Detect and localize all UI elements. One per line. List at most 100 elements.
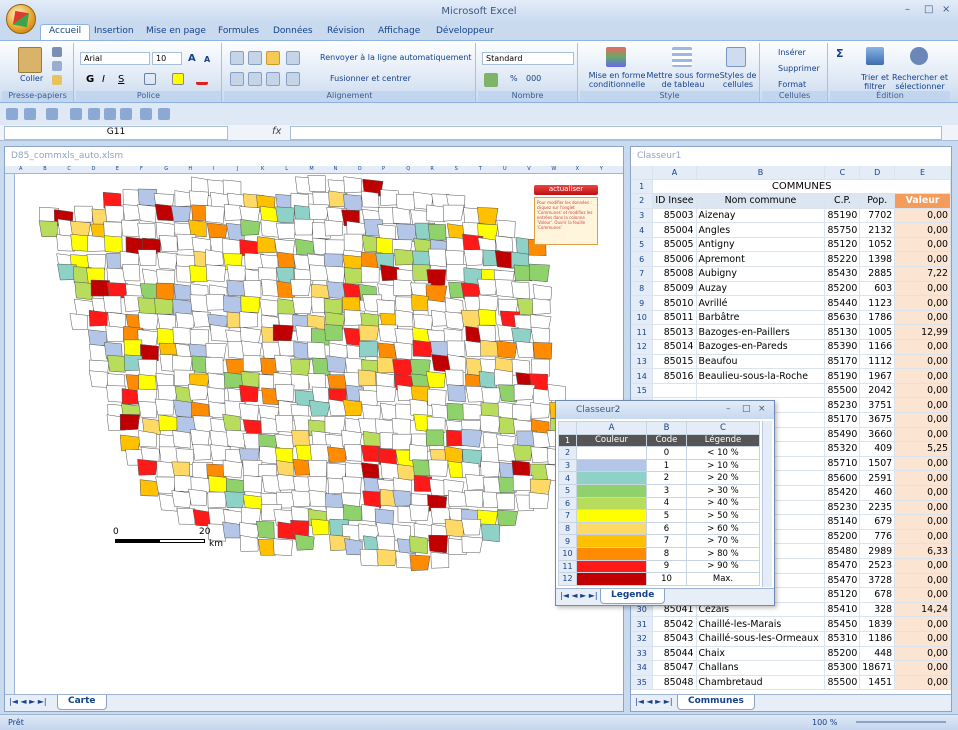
merge-center-button[interactable]: Fusionner et centrer (330, 74, 411, 83)
legend-color-swatch[interactable] (576, 534, 647, 548)
formula-input[interactable] (290, 126, 942, 140)
sheet-nav-arrows[interactable]: |◄ ◄ ► ►| (9, 697, 47, 706)
number-format-select[interactable]: Standard (482, 52, 574, 65)
table-cell[interactable]: 0,00 (894, 485, 951, 501)
font-name-select[interactable]: Arial (80, 52, 150, 65)
data-sheet-nav-arrows[interactable]: |◄ ◄ ► ►| (635, 697, 673, 706)
table-cell[interactable]: 0,00 (894, 208, 951, 224)
legend-label[interactable]: > 70 % (686, 534, 760, 548)
table-cell[interactable]: 85042 (652, 616, 697, 632)
table-cell[interactable]: 0,00 (894, 427, 951, 443)
map-column-header[interactable]: N (334, 166, 338, 172)
tab-insertion[interactable]: Insertion (94, 26, 134, 36)
table-cell[interactable]: 85450 (824, 616, 861, 632)
table-cell[interactable]: 85600 (824, 470, 861, 486)
map-column-header[interactable]: V (527, 166, 530, 172)
map-column-header[interactable]: U (503, 166, 507, 172)
table-cell[interactable]: 85500 (824, 675, 861, 691)
paste-button[interactable]: Coller (20, 74, 43, 83)
table-cell[interactable]: Chambretaud (696, 675, 826, 691)
row-header[interactable]: 6 (558, 496, 577, 511)
table-cell[interactable]: Antigny (696, 237, 826, 253)
table-cell[interactable]: 2989 (859, 543, 896, 559)
table-cell[interactable]: 1839 (859, 616, 896, 632)
table-cell[interactable]: Angles (696, 222, 826, 238)
map-column-header[interactable]: X (576, 166, 579, 172)
table-cell[interactable]: 85013 (652, 324, 697, 341)
table-cell[interactable]: 0,00 (894, 397, 951, 413)
table-cell[interactable]: 12,99 (894, 324, 951, 341)
table-cell[interactable]: 85010 (652, 295, 697, 311)
table-cell[interactable]: Aubigny (696, 266, 826, 282)
copy-icon[interactable] (52, 61, 62, 71)
map-column-header[interactable]: H (188, 166, 192, 172)
row-header[interactable]: 3 (558, 458, 577, 473)
table-cell[interactable]: 1786 (859, 310, 896, 326)
map-column-header[interactable]: G (164, 166, 168, 172)
table-cell[interactable]: 85015 (652, 354, 697, 370)
column-header[interactable]: B (696, 166, 826, 180)
table-cell[interactable]: 85430 (824, 266, 861, 282)
map-column-header[interactable]: E (116, 166, 119, 172)
table-cell[interactable]: 0,00 (894, 237, 951, 253)
map-column-header[interactable]: M (309, 166, 313, 172)
table-cell[interactable]: 2132 (859, 222, 896, 238)
row-header[interactable]: 6 (631, 251, 654, 268)
currency-icon[interactable] (484, 73, 498, 87)
column-header[interactable]: E (894, 166, 951, 180)
legend-label[interactable]: > 20 % (686, 471, 760, 485)
map-column-header[interactable]: L (285, 166, 288, 172)
legend-column-header[interactable]: A (576, 421, 647, 435)
table-cell[interactable]: 0,00 (894, 587, 951, 603)
redo-icon[interactable] (46, 108, 58, 120)
table-cell[interactable]: 85130 (824, 324, 861, 341)
table-cell[interactable]: 85440 (824, 295, 861, 311)
table-cell[interactable]: 0,00 (894, 675, 951, 691)
table-cell[interactable]: 0,00 (894, 339, 951, 355)
table-cell[interactable]: 0,00 (894, 660, 951, 676)
table-cell[interactable]: 0,00 (894, 646, 951, 662)
row-header[interactable]: 11 (631, 324, 654, 341)
row-header[interactable]: 3 (631, 208, 654, 224)
legend-label[interactable]: > 80 % (686, 546, 760, 561)
conditional-format-button[interactable]: Mise en forme conditionnelle (584, 71, 650, 89)
table-cell[interactable]: 7702 (859, 208, 896, 224)
delete-cells-button[interactable]: Supprimer (778, 64, 820, 73)
preview-icon[interactable] (158, 108, 170, 120)
table-cell[interactable]: 1507 (859, 456, 896, 472)
table-cell[interactable]: Beaulieu-sous-la-Roche (696, 368, 826, 384)
legend-label[interactable]: > 60 % (686, 521, 760, 536)
table-cell[interactable]: 603 (859, 281, 896, 297)
map-column-header[interactable]: K (261, 166, 264, 172)
row-header[interactable]: 1 (558, 433, 577, 448)
row-header[interactable]: 34 (631, 660, 654, 676)
minimize-button[interactable]: – (905, 4, 910, 15)
map-column-header[interactable]: P (382, 166, 385, 172)
table-cell[interactable]: 0,00 (894, 368, 951, 384)
format-table-icon[interactable] (672, 47, 692, 67)
table-cell[interactable]: 18671 (859, 660, 896, 676)
legend-code[interactable]: 9 (646, 559, 687, 574)
legend-scrollbar[interactable] (762, 421, 772, 587)
row-header[interactable]: 10 (558, 546, 577, 561)
table-cell[interactable]: 85300 (824, 660, 861, 676)
row-header[interactable]: 12 (558, 572, 577, 586)
table-cell[interactable]: 0,00 (894, 383, 951, 399)
sheet-tab-communes[interactable]: Communes (677, 695, 755, 710)
table-cell[interactable]: 0,00 (894, 295, 951, 311)
font-color-icon[interactable] (196, 73, 208, 85)
table-cell[interactable]: 0,00 (894, 412, 951, 428)
table-cell[interactable]: 2042 (859, 383, 896, 399)
legend-code[interactable]: 2 (646, 471, 687, 485)
map-column-header[interactable]: T (479, 166, 482, 172)
cell-styles-button[interactable]: Styles de cellules (718, 71, 758, 89)
table-cell[interactable]: 85420 (824, 485, 861, 501)
sort-filter-button[interactable]: Trier et filtrer (858, 73, 892, 91)
conditional-format-icon[interactable] (606, 47, 626, 67)
table-cell[interactable]: 85170 (824, 354, 861, 370)
table-cell[interactable]: Barbâtre (696, 310, 826, 326)
table-cell[interactable]: 0,00 (894, 558, 951, 574)
bold-button[interactable]: G (86, 74, 94, 85)
table-cell[interactable]: 1186 (859, 631, 896, 647)
table-cell[interactable]: 85120 (824, 587, 861, 603)
